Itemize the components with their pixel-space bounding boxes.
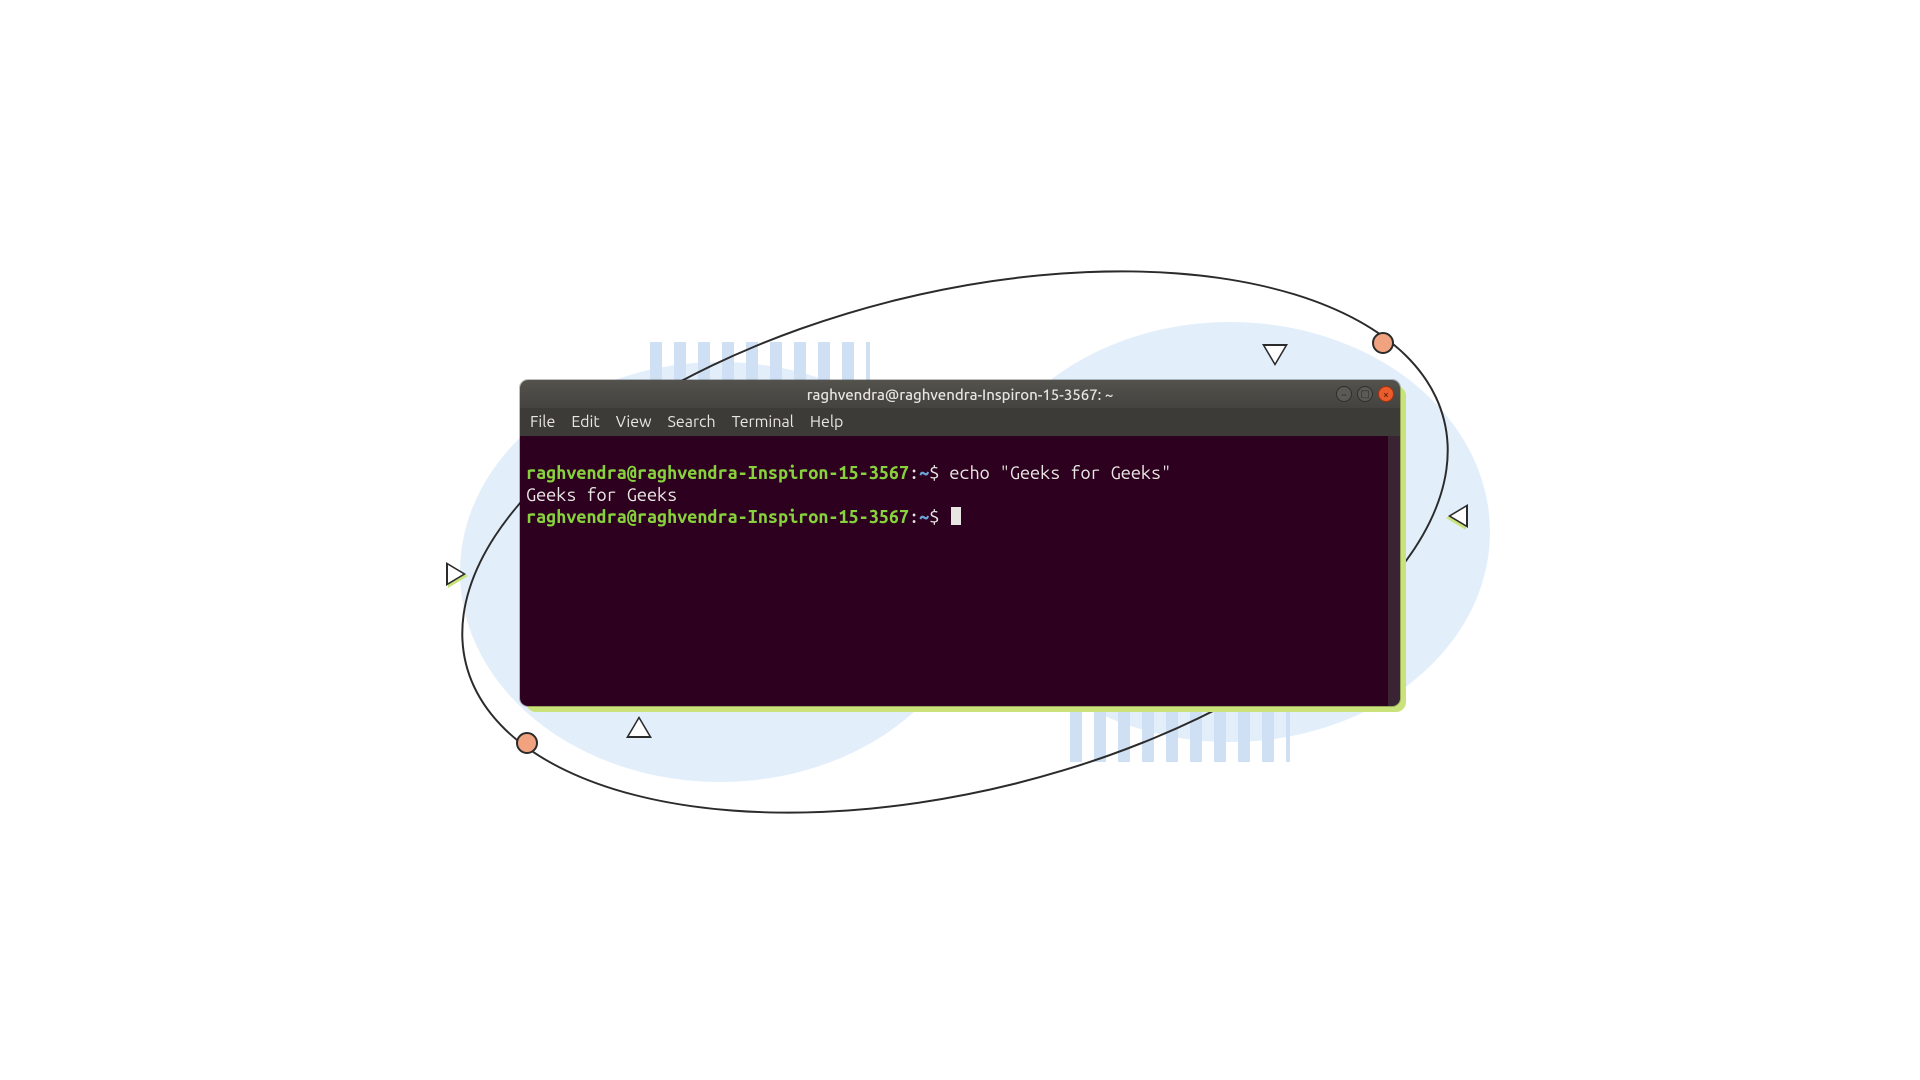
menu-bar: File Edit View Search Terminal Help xyxy=(520,408,1400,436)
menu-help[interactable]: Help xyxy=(810,413,844,431)
minimize-button[interactable]: – xyxy=(1336,386,1352,402)
prompt-separator: : xyxy=(909,507,919,527)
cursor-icon xyxy=(951,507,961,525)
menu-search[interactable]: Search xyxy=(668,413,716,431)
maximize-button[interactable]: □ xyxy=(1357,386,1373,402)
prompt-path: ~ xyxy=(919,507,929,527)
terminal-body[interactable]: raghvendra@raghvendra-Inspiron-15-3567:~… xyxy=(520,436,1400,706)
terminal-window: raghvendra@raghvendra-Inspiron-15-3567: … xyxy=(520,380,1400,706)
circle-icon xyxy=(1372,332,1394,354)
circle-icon xyxy=(516,732,538,754)
menu-edit[interactable]: Edit xyxy=(571,413,599,431)
prompt-user-host: raghvendra@raghvendra-Inspiron-15-3567 xyxy=(526,507,909,527)
triangle-down-icon xyxy=(1262,344,1288,366)
play-right-icon xyxy=(446,562,466,586)
prompt-dollar: $ xyxy=(929,507,949,527)
window-title: raghvendra@raghvendra-Inspiron-15-3567: … xyxy=(807,386,1114,403)
window-titlebar[interactable]: raghvendra@raghvendra-Inspiron-15-3567: … xyxy=(520,380,1400,408)
prompt-separator: : xyxy=(909,463,919,483)
window-controls: – □ × xyxy=(1336,386,1394,402)
terminal-line: raghvendra@raghvendra-Inspiron-15-3567:~… xyxy=(526,507,961,527)
play-left-icon xyxy=(1448,504,1468,528)
triangle-up-icon xyxy=(626,716,652,738)
prompt-path: ~ xyxy=(919,463,929,483)
terminal-output: Geeks for Geeks xyxy=(526,485,677,505)
terminal-line: raghvendra@raghvendra-Inspiron-15-3567:~… xyxy=(526,463,1171,483)
vertical-scrollbar[interactable] xyxy=(1388,436,1400,706)
menu-terminal[interactable]: Terminal xyxy=(732,413,794,431)
close-button[interactable]: × xyxy=(1378,386,1394,402)
menu-view[interactable]: View xyxy=(616,413,652,431)
prompt-dollar: $ xyxy=(929,463,949,483)
menu-file[interactable]: File xyxy=(530,413,555,431)
command-text: echo "Geeks for Geeks" xyxy=(949,463,1171,483)
prompt-user-host: raghvendra@raghvendra-Inspiron-15-3567 xyxy=(526,463,909,483)
